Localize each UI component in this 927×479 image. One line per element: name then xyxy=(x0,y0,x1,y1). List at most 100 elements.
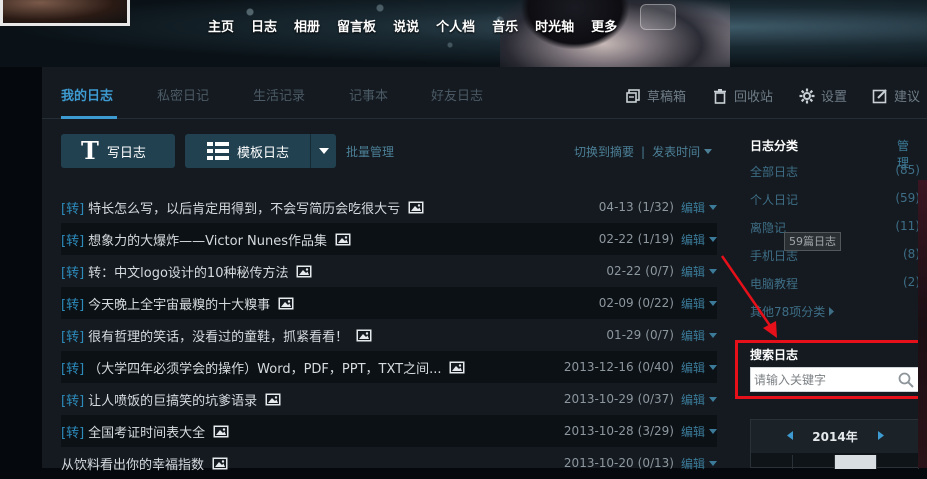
post-title-link[interactable]: 从饮料看出你的幸福指数 xyxy=(61,454,204,473)
nav-profile[interactable]: 个人档 xyxy=(436,16,475,36)
post-title-link[interactable]: 很有哲理的笑话，没看过的童鞋，抓紧看看！ xyxy=(88,326,348,345)
post-title-link[interactable]: （大学四年必须学会的操作）Word，PDF，PPT，TXT之间... xyxy=(88,358,441,377)
batch-manage-link[interactable]: 批量管理 xyxy=(346,143,394,160)
tab-private-diary[interactable]: 私密日记 xyxy=(157,85,209,104)
caret-down-icon[interactable] xyxy=(709,204,717,210)
repost-tag: [转] xyxy=(61,329,85,345)
post-edit-link[interactable]: 编辑 xyxy=(681,199,705,216)
calendar-month-cell-selected[interactable] xyxy=(835,455,877,469)
suggest-label: 建议 xyxy=(894,90,921,105)
category-count: (59) xyxy=(895,191,920,205)
category-count: (85) xyxy=(895,163,920,177)
category-count-tooltip: 59篇日志 xyxy=(784,232,841,251)
category-name: 离隐记 xyxy=(750,221,787,235)
caret-down-icon xyxy=(318,148,329,154)
caret-down-icon[interactable] xyxy=(709,332,717,338)
category-name: 手机日志 xyxy=(750,249,799,263)
write-blog-button[interactable]: T 写日志 xyxy=(61,134,175,168)
post-edit-link[interactable]: 编辑 xyxy=(681,391,705,408)
list-item: [转] 转：中文logo设计的10种秘传方法 02-22 (0/7) 编辑 xyxy=(61,255,717,287)
category-name: 个人日记 xyxy=(750,193,799,207)
switch-summary-link[interactable]: 切换到摘要 xyxy=(574,143,634,160)
tab-life-record[interactable]: 生活记录 xyxy=(253,85,305,104)
post-title-link[interactable]: 今天晚上全宇宙最糗的十大糗事 xyxy=(88,294,270,313)
repost-tag: [转] xyxy=(61,361,85,377)
drafts-button[interactable]: 草稿箱 xyxy=(625,86,686,105)
tab-my-blog[interactable]: 我的日志 xyxy=(61,85,113,104)
settings-button[interactable]: 设置 xyxy=(799,86,847,105)
post-comment-read-count: (0/22) xyxy=(637,296,674,310)
post-title-link[interactable]: 想象力的大爆炸——Victor Nunes作品集 xyxy=(88,230,327,249)
caret-down-icon[interactable] xyxy=(709,428,717,434)
nav-guestbook[interactable]: 留言板 xyxy=(337,16,376,36)
blog-calendar: 2014年 xyxy=(750,419,920,469)
gear-icon xyxy=(799,88,815,103)
post-meta: 02-22 (0/7) 编辑 xyxy=(606,255,717,287)
image-icon xyxy=(265,393,281,405)
post-edit-link[interactable]: 编辑 xyxy=(681,295,705,312)
list-item: [转] 让人喷饭的巨搞笑的坑爹语录 2013-10-29 (0/37) 编辑 xyxy=(61,383,717,415)
image-icon xyxy=(296,265,312,277)
template-blog-button[interactable]: 模板日志 xyxy=(185,134,336,168)
caret-down-icon[interactable] xyxy=(709,364,717,370)
template-blog-label: 模板日志 xyxy=(237,145,290,161)
nav-moments[interactable]: 说说 xyxy=(393,16,419,36)
post-comment-read-count: (3/29) xyxy=(637,424,674,438)
post-edit-link[interactable]: 编辑 xyxy=(681,359,705,376)
post-edit-link[interactable]: 编辑 xyxy=(681,263,705,280)
category-count: (11) xyxy=(895,219,920,233)
nav-album[interactable]: 相册 xyxy=(294,16,320,36)
tab-notebook[interactable]: 记事本 xyxy=(349,85,388,104)
drafts-icon xyxy=(626,88,640,103)
repost-tag: [转] xyxy=(61,425,85,441)
caret-down-icon[interactable] xyxy=(704,149,713,154)
sort-by-time-link[interactable]: 发表时间 xyxy=(652,143,700,160)
more-categories-link[interactable]: 其他78项分类 xyxy=(750,303,835,320)
post-edit-link[interactable]: 编辑 xyxy=(681,327,705,344)
post-edit-link[interactable]: 编辑 xyxy=(681,423,705,440)
nav-home[interactable]: 主页 xyxy=(208,16,234,36)
recycle-bin-button[interactable]: 回收站 xyxy=(712,86,773,105)
category-item[interactable]: 个人日记 (59) xyxy=(750,191,920,211)
calendar-month-cell[interactable] xyxy=(877,455,919,469)
post-title-link[interactable]: 转：中文logo设计的10种秘传方法 xyxy=(88,262,288,281)
post-meta: 01-29 (0/7) 编辑 xyxy=(606,319,717,351)
post-title-link[interactable]: 让人喷饭的巨搞笑的坑爹语录 xyxy=(88,390,257,409)
decorative-side-edge xyxy=(918,180,927,468)
calendar-next-icon[interactable] xyxy=(878,431,884,440)
nav-more[interactable]: 更多 xyxy=(591,16,617,36)
caret-down-icon[interactable] xyxy=(709,236,717,242)
post-title-link[interactable]: 特长怎么写，以后肯定用得到，不会写简历会吃很大亏 xyxy=(88,198,400,217)
nav-timeline[interactable]: 时光轴 xyxy=(535,16,574,36)
avatar[interactable] xyxy=(0,0,130,26)
post-meta: 2013-10-28 (3/29) 编辑 xyxy=(564,415,717,447)
post-edit-link[interactable]: 编辑 xyxy=(681,231,705,248)
post-date: 02-22 xyxy=(606,264,642,278)
trash-icon xyxy=(714,88,726,104)
nav-music[interactable]: 音乐 xyxy=(492,16,518,36)
caret-down-icon[interactable] xyxy=(709,268,717,274)
text-t-icon: T xyxy=(81,136,99,165)
post-title-link[interactable]: 全国考证时间表大全 xyxy=(88,422,205,441)
repost-tag: [转] xyxy=(61,233,85,249)
post-edit-link[interactable]: 编辑 xyxy=(681,455,705,472)
caret-down-icon[interactable] xyxy=(709,460,717,466)
list-item: [转] 很有哲理的笑话，没看过的童鞋，抓紧看看！ 01-29 (0/7) 编辑 xyxy=(61,319,717,351)
nav-blog[interactable]: 日志 xyxy=(251,16,277,36)
list-item: [转] （大学四年必须学会的操作）Word，PDF，PPT，TXT之间... 201… xyxy=(61,351,717,383)
repost-tag: [转] xyxy=(61,201,85,217)
caret-down-icon[interactable] xyxy=(709,300,717,306)
template-dropdown-toggle[interactable] xyxy=(310,134,336,168)
calendar-month-cell[interactable] xyxy=(751,455,793,469)
caret-down-icon[interactable] xyxy=(709,396,717,402)
write-blog-label: 写日志 xyxy=(106,145,146,161)
suggest-button[interactable]: 建议 xyxy=(872,86,920,105)
list-item: [转] 特长怎么写，以后肯定用得到，不会写简历会吃很大亏 04-13 (1/32) 编辑 xyxy=(61,191,717,223)
calendar-prev-icon[interactable] xyxy=(787,431,793,440)
category-item[interactable]: 全部日志 (85) xyxy=(750,163,920,183)
post-date: 04-13 xyxy=(598,200,634,214)
category-item[interactable]: 电脑教程 (2) xyxy=(750,275,920,295)
tab-friends-blog[interactable]: 好友日志 xyxy=(431,85,483,104)
calendar-month-cell[interactable] xyxy=(793,455,835,469)
list-item: [转] 今天晚上全宇宙最糗的十大糗事 02-09 (0/22) 编辑 xyxy=(61,287,717,319)
